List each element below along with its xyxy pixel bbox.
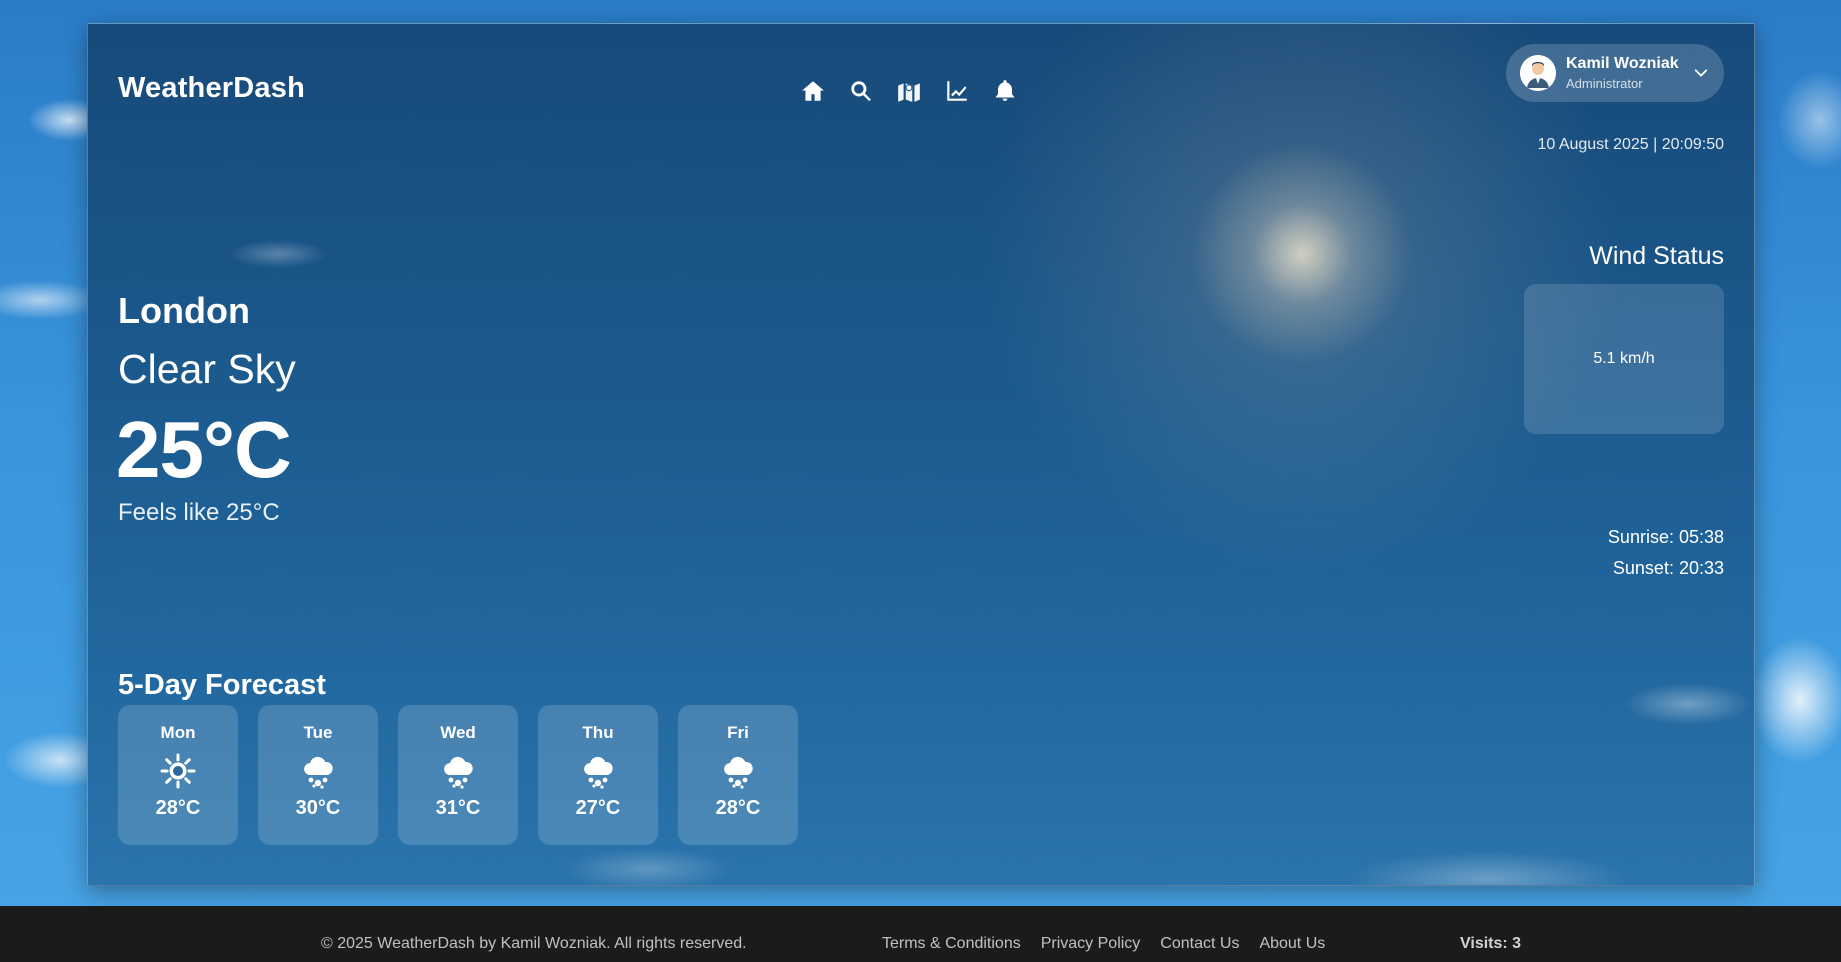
wind-status-card: 5.1 km/h xyxy=(1524,284,1724,434)
snow-cloud-icon xyxy=(440,753,476,789)
user-name: Kamil Wozniak xyxy=(1566,55,1679,73)
footer-links: Terms & Conditions Privacy Policy Contac… xyxy=(882,935,1325,953)
brand-logo[interactable]: WeatherDash xyxy=(118,72,305,105)
weather-panel: WeatherDash Kamil Wozniak Administrator … xyxy=(87,23,1755,886)
wind-status-title: Wind Status xyxy=(1589,242,1724,270)
sun-times: Sunrise: 05:38 Sunset: 20:33 xyxy=(1608,522,1724,584)
current-datetime: 10 August 2025 | 20:09:50 xyxy=(1537,136,1724,153)
chevron-down-icon[interactable] xyxy=(1692,64,1710,82)
footer: © 2025 WeatherDash by Kamil Wozniak. All… xyxy=(0,906,1841,962)
search-icon[interactable] xyxy=(846,76,876,106)
wind-speed: 5.1 km/h xyxy=(1593,350,1655,367)
forecast-day-name: Thu xyxy=(582,723,614,742)
user-avatar-icon xyxy=(1520,55,1556,91)
feels-like: Feels like 25°C xyxy=(118,499,280,526)
forecast-day-card[interactable]: Wed 31°C xyxy=(398,705,518,845)
forecast-day-card[interactable]: Thu 27°C xyxy=(538,705,658,845)
forecast-title: 5-Day Forecast xyxy=(118,669,326,701)
forecast-day-card[interactable]: Tue 30°C xyxy=(258,705,378,845)
bell-icon[interactable] xyxy=(990,76,1020,106)
forecast-day-card[interactable]: Mon 28°C xyxy=(118,705,238,845)
forecast-day-card[interactable]: Fri 28°C xyxy=(678,705,798,845)
forecast-day-temp: 28°C xyxy=(715,797,761,819)
weather-condition: Clear Sky xyxy=(118,346,296,392)
footer-copyright: © 2025 WeatherDash by Kamil Wozniak. All… xyxy=(321,935,747,952)
forecast-day-name: Fri xyxy=(727,723,749,742)
snow-cloud-icon xyxy=(580,753,616,789)
forecast-list: Mon 28°C Tue 30°C Wed 31°C Thu 27°C Fri … xyxy=(118,705,798,845)
snow-cloud-icon xyxy=(300,753,336,789)
current-temperature: 25°C xyxy=(116,405,292,494)
forecast-day-temp: 31°C xyxy=(435,797,481,819)
forecast-day-temp: 28°C xyxy=(155,797,201,819)
forecast-day-name: Tue xyxy=(303,723,333,742)
sunrise-time: Sunrise: 05:38 xyxy=(1607,527,1724,547)
forecast-day-temp: 30°C xyxy=(295,797,341,819)
footer-link-about[interactable]: About Us xyxy=(1259,935,1325,953)
home-icon[interactable] xyxy=(798,76,828,106)
visit-counter: Visits: 3 xyxy=(1460,935,1522,952)
forecast-day-temp: 27°C xyxy=(575,797,621,819)
user-menu[interactable]: Kamil Wozniak Administrator xyxy=(1506,44,1724,102)
sunset-time: Sunset: 20:33 xyxy=(1612,558,1724,578)
footer-link-terms[interactable]: Terms & Conditions xyxy=(882,935,1021,953)
main-nav xyxy=(798,76,1020,106)
forecast-day-name: Wed xyxy=(440,723,476,742)
city-name: London xyxy=(118,290,250,331)
user-role: Administrator xyxy=(1566,76,1643,92)
footer-link-contact[interactable]: Contact Us xyxy=(1160,935,1239,953)
chart-icon[interactable] xyxy=(942,76,972,106)
footer-link-privacy[interactable]: Privacy Policy xyxy=(1041,935,1141,953)
sun-icon xyxy=(160,753,196,789)
forecast-day-name: Mon xyxy=(160,723,196,742)
snow-cloud-icon xyxy=(720,753,756,789)
map-icon[interactable] xyxy=(894,76,924,106)
